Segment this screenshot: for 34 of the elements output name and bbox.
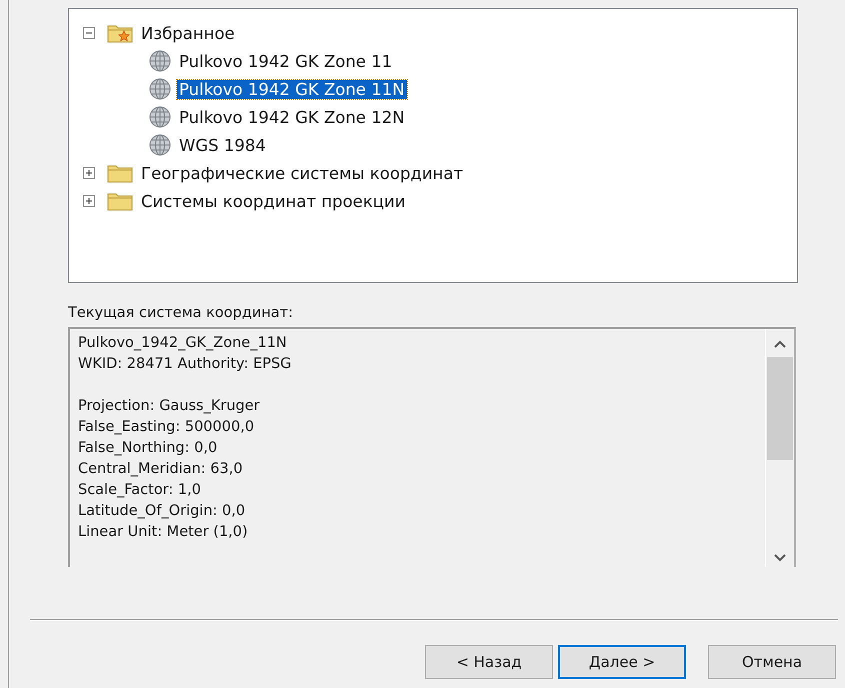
details-line: Central_Meridian: 63,0 [78, 460, 244, 479]
tree-item[interactable]: WGS 1984 [177, 136, 268, 154]
dialog-button[interactable]: Отмена [708, 645, 836, 679]
details-line: Pulkovo_1942_GK_Zone_11N [78, 334, 288, 353]
star-folder-icon [107, 23, 133, 43]
scroll-down-icon[interactable] [773, 553, 787, 563]
tree-item[interactable]: Географические системы координат [139, 164, 466, 182]
dialog-button[interactable]: Далее > [558, 645, 686, 679]
globe-icon [149, 78, 171, 100]
scroll-up-icon[interactable] [773, 339, 787, 349]
details-line: Linear Unit: Meter (1,0) [78, 523, 249, 542]
scrollbar[interactable] [765, 329, 794, 567]
details-line: WKID: 28471 Authority: EPSG [78, 355, 292, 374]
details-label: Текущая система координат: [68, 305, 294, 321]
folder-icon [107, 163, 133, 183]
collapse-icon[interactable] [83, 27, 95, 39]
details-line: False_Northing: 0,0 [78, 439, 218, 458]
folder-icon [107, 191, 133, 211]
tree-item[interactable]: Системы координат проекции [139, 192, 408, 210]
globe-icon [149, 50, 171, 72]
tree-item[interactable]: Pulkovo 1942 GK Zone 12N [177, 108, 407, 126]
tree-item[interactable]: Pulkovo 1942 GK Zone 11 [177, 52, 394, 70]
tree-item[interactable]: Избранное [139, 24, 237, 42]
details-line: False_Easting: 500000,0 [78, 418, 256, 437]
globe-icon [149, 134, 171, 156]
details-line: Projection: Gauss_Kruger [78, 397, 261, 416]
tree-item[interactable]: Pulkovo 1942 GK Zone 11N [177, 80, 407, 98]
expand-icon[interactable] [83, 195, 95, 207]
dialog-button[interactable]: < Назад [425, 645, 553, 679]
details-line: Scale_Factor: 1,0 [78, 481, 202, 500]
globe-icon [149, 106, 171, 128]
scroll-thumb[interactable] [767, 357, 793, 460]
details-line: Latitude_Of_Origin: 0,0 [78, 502, 246, 521]
expand-icon[interactable] [83, 167, 95, 179]
